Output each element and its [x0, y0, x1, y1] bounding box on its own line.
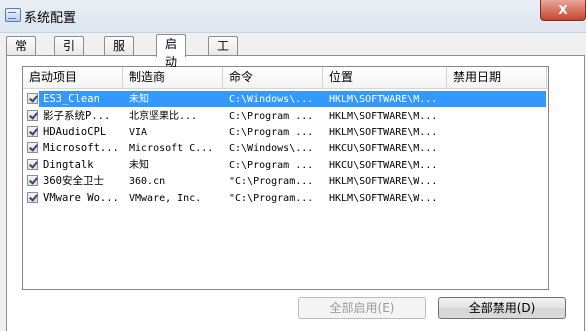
tab-tools[interactable]: 工具 — [208, 36, 239, 71]
row-checkbox[interactable] — [27, 110, 38, 121]
startup-item-manufacturer: 360.cn — [129, 176, 166, 187]
header-command[interactable]: 命令 — [223, 67, 323, 88]
tab-general[interactable]: 常规 — [6, 36, 37, 71]
startup-item-name: 360安全卫士 — [43, 175, 104, 187]
startup-item-command: C:\Program ... — [229, 160, 314, 171]
startup-item-location: HKLM\SOFTWARE\M... — [329, 94, 438, 105]
startup-item-command: C:\Windows\... — [229, 94, 314, 105]
startup-item-manufacturer: VMware, Inc. — [129, 193, 202, 204]
startup-item-command: C:\Program ... — [229, 127, 314, 138]
startup-item-manufacturer: 未知 — [129, 160, 149, 171]
startup-item-location: HKLM\SOFTWARE\M... — [329, 111, 438, 122]
close-button[interactable]: X — [540, 0, 586, 21]
window-title: 系统配置 — [24, 11, 77, 26]
startup-item-name: VMware Wo... — [43, 192, 119, 204]
startup-item-manufacturer: 未知 — [129, 94, 149, 105]
startup-item-location: HKCU\SOFTWARE\M... — [329, 143, 438, 154]
row-checkbox[interactable] — [27, 159, 38, 170]
row-checkbox[interactable] — [27, 93, 38, 104]
table-row[interactable]: HDAudioCPL VIA C:\Program ... HKLM\SOFTW… — [23, 124, 548, 141]
startup-item-location: HKLM\SOFTWARE\W... — [329, 176, 438, 187]
startup-list[interactable]: 启动项目 制造商 命令 位置 禁用日期 ES3_Clean 未知 C:\Wind… — [22, 66, 549, 290]
table-row[interactable]: Dingtalk 未知 C:\Program ... HKCU\SOFTWARE… — [23, 157, 548, 174]
startup-item-location: HKLM\SOFTWARE\W... — [329, 193, 438, 204]
startup-item-name: 影子系统P... — [43, 110, 111, 122]
header-disabled-date[interactable]: 禁用日期 — [447, 67, 547, 88]
startup-item-location: HKLM\SOFTWARE\M... — [329, 127, 438, 138]
row-checkbox[interactable] — [27, 126, 38, 137]
startup-item-name: Dingtalk — [43, 159, 94, 171]
table-row[interactable]: VMware Wo... VMware, Inc. "C:\Program...… — [23, 190, 548, 207]
tab-boot[interactable]: 引导 — [54, 36, 85, 71]
table-row[interactable]: Microsoft... Microsoft C... C:\Windows\.… — [23, 140, 548, 157]
startup-item-command: "C:\Program... — [229, 193, 314, 204]
table-row[interactable]: 影子系统P... 北京坚果比... C:\Program ... HKLM\SO… — [23, 108, 548, 125]
startup-item-command: "C:\Program... — [229, 176, 314, 187]
startup-item-manufacturer: 北京坚果比... — [129, 111, 198, 122]
tab-services[interactable]: 服务 — [104, 36, 135, 71]
title-bar: 系统配置 X — [0, 0, 586, 33]
startup-item-location: HKCU\SOFTWARE\M... — [329, 160, 438, 171]
startup-item-name: HDAudioCPL — [43, 126, 107, 138]
header-location[interactable]: 位置 — [323, 67, 447, 88]
enable-all-button[interactable]: 全部启用(E) — [298, 297, 426, 319]
disable-all-button[interactable]: 全部禁用(D) — [438, 297, 566, 319]
tab-startup[interactable]: 启动 — [156, 34, 187, 69]
startup-item-command: C:\Windows\... — [229, 143, 314, 154]
startup-item-command: C:\Program ... — [229, 111, 314, 122]
row-checkbox[interactable] — [27, 175, 38, 186]
startup-item-name: Microsoft... — [43, 142, 119, 154]
row-checkbox[interactable] — [27, 192, 38, 203]
header-startup-item[interactable]: 启动项目 — [23, 67, 123, 88]
startup-item-manufacturer: Microsoft C... — [129, 143, 214, 154]
list-header: 启动项目 制造商 命令 位置 禁用日期 — [23, 67, 548, 89]
row-checkbox[interactable] — [27, 142, 38, 153]
startup-item-name: ES3_Clean — [43, 93, 100, 105]
system-config-icon — [5, 8, 21, 22]
startup-item-manufacturer: VIA — [129, 127, 148, 138]
table-row[interactable]: 360安全卫士 360.cn "C:\Program... HKLM\SOFTW… — [23, 173, 548, 190]
table-row[interactable]: ES3_Clean 未知 C:\Windows\... HKLM\SOFTWAR… — [23, 91, 548, 108]
